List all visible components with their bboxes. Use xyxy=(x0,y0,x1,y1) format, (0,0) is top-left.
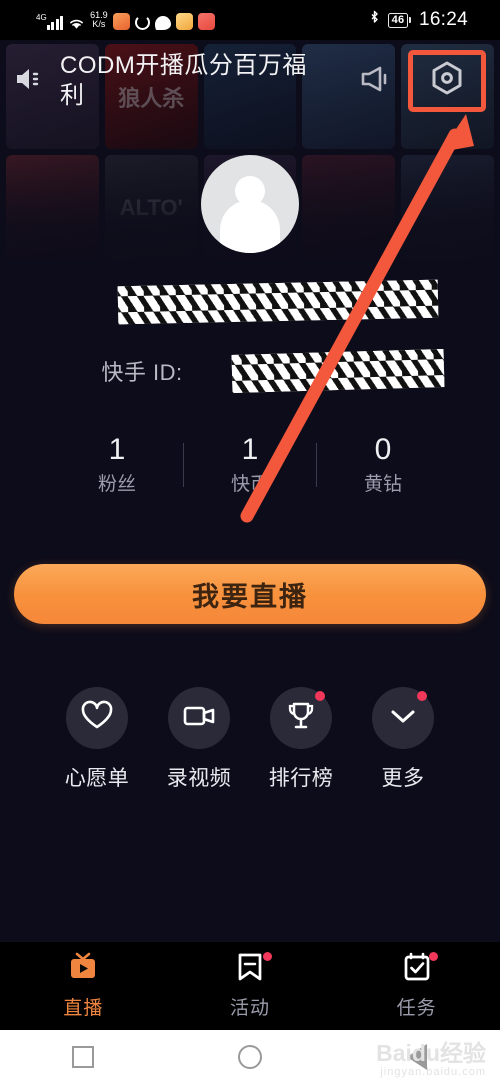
quick-action-label: 更多 xyxy=(381,767,425,790)
network-type-label: 4G xyxy=(36,12,47,22)
stat-label: 快币 xyxy=(230,474,269,495)
trophy-icon xyxy=(285,700,317,737)
bottom-navigation: 直播 活动 任务 xyxy=(0,942,500,1030)
megaphone-icon xyxy=(357,63,393,100)
chat-bubble-icon xyxy=(154,15,171,30)
stat-label: 粉丝 xyxy=(97,474,136,495)
nav-item-tasks[interactable]: 任务 xyxy=(333,951,500,1020)
wifi-icon xyxy=(68,16,85,30)
kuaishou-id-label: 快手 ID: xyxy=(101,360,183,385)
battery-level: 46 xyxy=(388,12,408,28)
live-tv-icon xyxy=(67,952,99,987)
badge-dot xyxy=(417,691,427,701)
quick-action-wishlist[interactable]: 心愿单 xyxy=(58,687,136,792)
home-button[interactable] xyxy=(167,1045,334,1069)
profile-stats: 1 粉丝 1 快币 0 黄钻 xyxy=(0,432,500,498)
quick-action-label: 心愿单 xyxy=(64,767,130,790)
bookmark-icon xyxy=(236,952,264,987)
quick-actions: 心愿单 录视频 排行榜 更多 xyxy=(0,687,500,792)
yellow-app-icon xyxy=(175,12,193,30)
app-header: CODM开播瓜分百万福利 xyxy=(0,40,500,122)
nav-item-activity[interactable]: 活动 xyxy=(167,951,334,1020)
megaphone-button[interactable] xyxy=(348,54,402,108)
kuaishou-id-redacted xyxy=(231,349,445,393)
clock: 16:24 xyxy=(418,9,468,30)
nav-item-label: 任务 xyxy=(396,997,437,1019)
quick-action-leaderboard[interactable]: 排行榜 xyxy=(262,687,340,792)
loading-circle-icon xyxy=(134,14,150,30)
stat-label: 黄钻 xyxy=(363,474,402,495)
settings-hexagon-icon xyxy=(426,58,468,105)
quick-action-more[interactable]: 更多 xyxy=(364,687,442,792)
watermark-url: jingyan.baidu.com xyxy=(380,1066,486,1078)
chevron-down-icon xyxy=(388,706,418,731)
badge-dot xyxy=(315,691,325,701)
nickname-redacted xyxy=(117,279,439,325)
avatar[interactable] xyxy=(201,155,299,253)
settings-button-highlight[interactable] xyxy=(408,50,486,112)
watermark: Baidu经验 jingyan.baidu.com xyxy=(376,1042,486,1078)
speaker-icon[interactable] xyxy=(14,65,46,98)
task-checkbox-icon xyxy=(402,952,432,987)
quick-action-record-video[interactable]: 录视频 xyxy=(160,687,238,792)
nav-item-label: 活动 xyxy=(230,997,271,1019)
stat-item-fans[interactable]: 1 粉丝 xyxy=(51,432,183,498)
start-live-button[interactable]: 我要直播 xyxy=(14,564,486,624)
badge-dot xyxy=(429,951,439,961)
network-speed-unit: K/s xyxy=(92,19,106,29)
status-bar: 4G 61.9 K/s 46 16:24 xyxy=(0,0,500,40)
phone-screen: 狼人杀ALTO' 4G 61.9 K/s xyxy=(0,0,500,1084)
quick-action-label: 排行榜 xyxy=(268,767,334,790)
bluetooth-icon xyxy=(369,10,380,30)
watermark-title: Baidu经验 xyxy=(376,1040,486,1066)
stat-value: 1 xyxy=(108,433,126,466)
recents-button[interactable] xyxy=(0,1046,167,1068)
network-speed-value: 61.9 xyxy=(90,9,108,20)
battery-indicator: 46 xyxy=(388,12,411,28)
page-title: CODM开播瓜分百万福利 xyxy=(60,52,307,109)
heart-icon xyxy=(80,700,114,736)
nav-item-live[interactable]: 直播 xyxy=(0,952,167,1020)
stat-item-diamonds[interactable]: 0 黄钻 xyxy=(317,432,449,498)
square-icon xyxy=(72,1046,95,1068)
stat-value: 0 xyxy=(374,433,392,466)
stat-value: 1 xyxy=(241,433,259,466)
nav-item-label: 直播 xyxy=(63,997,104,1019)
circle-icon xyxy=(238,1045,262,1069)
signal-strength-icon: 4G xyxy=(36,12,64,30)
network-speed: 61.9 K/s xyxy=(90,9,108,30)
quick-action-label: 录视频 xyxy=(166,767,232,790)
badge-dot xyxy=(262,951,272,961)
start-live-label: 我要直播 xyxy=(192,581,308,612)
orange-app-icon xyxy=(112,12,130,30)
red-app-icon xyxy=(197,12,215,30)
video-camera-icon xyxy=(182,703,216,734)
stat-item-coins[interactable]: 1 快币 xyxy=(184,432,316,498)
